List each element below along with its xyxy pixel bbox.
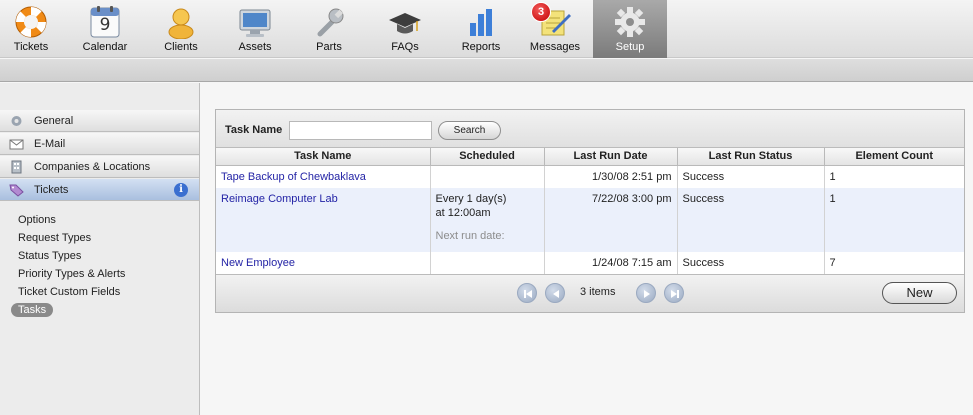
sub-toolbar (0, 59, 973, 82)
previous-page-icon (553, 290, 559, 298)
sidebar-section-general[interactable]: General (0, 110, 199, 132)
toolbar-tickets-label: Tickets (13, 41, 49, 53)
column-header-task-name[interactable]: Task Name (216, 148, 431, 166)
search-label: Task Name (225, 124, 283, 136)
sidebar-link-tasks[interactable]: Tasks (11, 303, 54, 317)
messages-count-badge: 3 (531, 2, 551, 22)
column-header-element-count[interactable]: Element Count (824, 148, 964, 166)
task-name-link[interactable]: Tape Backup of Chewbaklava (221, 171, 366, 183)
pager-bar: 3 items New (216, 274, 964, 312)
last-run-status-cell: Success (677, 188, 825, 252)
wrench-icon (317, 8, 344, 37)
toolbar-calendar[interactable]: 9 Calendar (68, 0, 142, 58)
calendar-day: 9 (99, 15, 111, 35)
info-icon[interactable]: i (174, 183, 188, 197)
toolbar-clients[interactable]: Clients (144, 0, 218, 58)
schedule-frequency: Every 1 day(s) (435, 193, 507, 205)
toolbar-messages[interactable]: Messages (518, 0, 592, 58)
last-run-status-cell: Success (677, 165, 825, 188)
task-name-link[interactable]: Reimage Computer Lab (221, 193, 338, 205)
scheduled-cell: Every 1 day(s) at 12:00am Next run date: (430, 188, 545, 252)
main-toolbar: Tickets 9 Calendar Clients Assets Parts … (0, 0, 973, 58)
toolbar-faqs[interactable]: FAQs (368, 0, 442, 58)
previous-page-button[interactable] (545, 283, 565, 303)
sidebar-link-priority-types-alerts[interactable]: Priority Types & Alerts (18, 268, 125, 280)
last-run-date-cell: 1/30/08 2:51 pm (544, 165, 678, 188)
element-count-cell: 7 (829, 257, 836, 269)
toolbar-tickets[interactable]: Tickets (0, 0, 68, 58)
toolbar-assets-label: Assets (238, 41, 272, 53)
sidebar-section-label: Tickets (34, 184, 69, 196)
column-header-scheduled[interactable]: Scheduled (430, 148, 545, 166)
toolbar-assets[interactable]: Assets (218, 0, 292, 58)
toolbar-faqs-label: FAQs (391, 41, 419, 53)
search-bar: Task Name Search (216, 110, 964, 148)
toolbar-messages-label: Messages (529, 41, 581, 53)
column-header-last-run-date[interactable]: Last Run Date (544, 148, 678, 166)
last-page-icon (671, 290, 679, 298)
gear-icon (11, 116, 22, 126)
toolbar-setup[interactable]: Setup (593, 0, 667, 58)
toolbar-reports-label: Reports (461, 41, 501, 53)
sidebar-section-email[interactable]: E-Mail (0, 133, 199, 155)
toolbar-calendar-label: Calendar (82, 41, 128, 53)
lifebuoy-icon (15, 6, 47, 38)
bar-chart-icon (470, 9, 492, 36)
schedule-time: at 12:00am (435, 207, 491, 219)
tasks-table: Task Name Scheduled Last Run Date Last R… (216, 148, 964, 275)
last-run-status-cell: Success (677, 252, 825, 275)
first-page-icon (524, 290, 532, 298)
column-header-last-run-status[interactable]: Last Run Status (677, 148, 825, 166)
scheduled-cell (430, 252, 545, 275)
toolbar-parts[interactable]: Parts (292, 0, 366, 58)
scheduled-cell (430, 165, 545, 188)
person-icon (168, 8, 194, 39)
last-page-button[interactable] (664, 283, 684, 303)
gear-icon (615, 7, 645, 37)
next-page-icon (644, 290, 650, 298)
sidebar-section-label: E-Mail (34, 138, 66, 150)
next-run-date-label: Next run date: (435, 230, 505, 242)
tasks-panel: Task Name Search Task Name Scheduled Las… (215, 109, 965, 313)
last-run-date-cell: 1/24/08 7:15 am (544, 252, 678, 275)
first-page-button[interactable] (517, 283, 537, 303)
toolbar-parts-label: Parts (316, 41, 342, 53)
table-row[interactable]: Tape Backup of Chewbaklava 1/30/08 2:51 … (216, 165, 964, 188)
building-icon (11, 160, 22, 174)
next-page-button[interactable] (636, 283, 656, 303)
sidebar: General E-Mail Companies & Locations Tic… (0, 83, 200, 415)
element-count-cell: 1 (829, 170, 836, 183)
sidebar-section-label: Companies & Locations (34, 161, 151, 173)
element-count-cell: 1 (824, 188, 964, 252)
monitor-icon (239, 9, 271, 37)
task-name-link[interactable]: New Employee (221, 257, 295, 269)
new-task-button[interactable]: New (882, 282, 957, 304)
sidebar-link-options[interactable]: Options (18, 214, 56, 226)
task-name-search-input[interactable] (289, 121, 432, 140)
envelope-icon (9, 139, 24, 150)
toolbar-clients-label: Clients (164, 41, 198, 53)
sidebar-section-companies-locations[interactable]: Companies & Locations (0, 156, 199, 178)
table-row[interactable]: Reimage Computer Lab Every 1 day(s) at 1… (216, 188, 964, 252)
toolbar-setup-label: Setup (615, 41, 645, 53)
sidebar-section-label: General (34, 115, 74, 127)
sidebar-link-request-types[interactable]: Request Types (18, 232, 91, 244)
last-run-date-cell: 7/22/08 3:00 pm (544, 188, 678, 252)
tag-icon (9, 184, 24, 197)
table-header-row: Task Name Scheduled Last Run Date Last R… (216, 148, 964, 166)
sidebar-section-tickets[interactable]: Tickets i (0, 179, 199, 201)
toolbar-reports[interactable]: Reports (444, 0, 518, 58)
table-row[interactable]: New Employee 1/24/08 7:15 am Success 7 (216, 252, 964, 275)
sidebar-link-ticket-custom-fields[interactable]: Ticket Custom Fields (18, 286, 120, 298)
sidebar-link-status-types[interactable]: Status Types (18, 250, 81, 262)
graduation-cap-icon (389, 13, 421, 34)
search-button[interactable]: Search (438, 121, 501, 140)
item-count: 3 items (580, 286, 616, 298)
